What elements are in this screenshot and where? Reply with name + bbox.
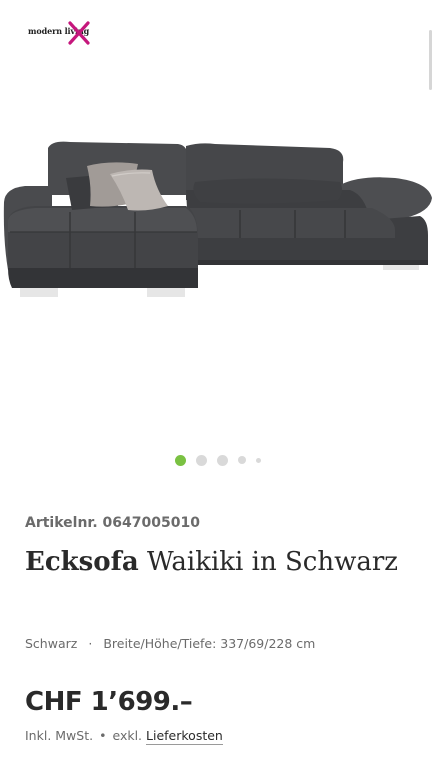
product-price: CHF 1’699.– — [25, 687, 193, 717]
product-color: Schwarz — [25, 636, 78, 651]
product-title-bold: Ecksofa — [25, 547, 139, 577]
brand-logo[interactable]: modern living — [28, 18, 98, 48]
product-image-sofa[interactable] — [0, 120, 435, 310]
specs-separator: · — [88, 636, 93, 651]
scrollbar[interactable] — [429, 30, 432, 90]
delivery-prefix: exkl. — [112, 728, 143, 743]
carousel-dots — [0, 453, 435, 467]
carousel-dot-5[interactable] — [255, 457, 261, 463]
article-number: Artikelnr. 0647005010 — [25, 515, 200, 531]
product-title: Ecksofa Waikiki in Schwarz — [25, 544, 415, 581]
product-specs: Schwarz · Breite/Höhe/Tiefe: 337/69/228 cm — [25, 636, 315, 651]
carousel-dot-3[interactable] — [216, 454, 228, 466]
tax-separator: • — [99, 728, 107, 743]
brand-x-icon — [68, 21, 90, 45]
carousel-dot-1[interactable] — [174, 454, 186, 466]
product-dimensions: Breite/Höhe/Tiefe: 337/69/228 cm — [103, 636, 316, 651]
carousel-dot-2[interactable] — [195, 454, 207, 466]
product-title-rest: Waikiki in Schwarz — [138, 547, 398, 577]
carousel-dot-4[interactable] — [237, 456, 246, 464]
tax-info: Inkl. MwSt. • exkl. Lieferkosten — [25, 728, 223, 745]
delivery-costs-link[interactable]: Lieferkosten — [146, 728, 223, 745]
tax-included: Inkl. MwSt. — [25, 728, 94, 743]
